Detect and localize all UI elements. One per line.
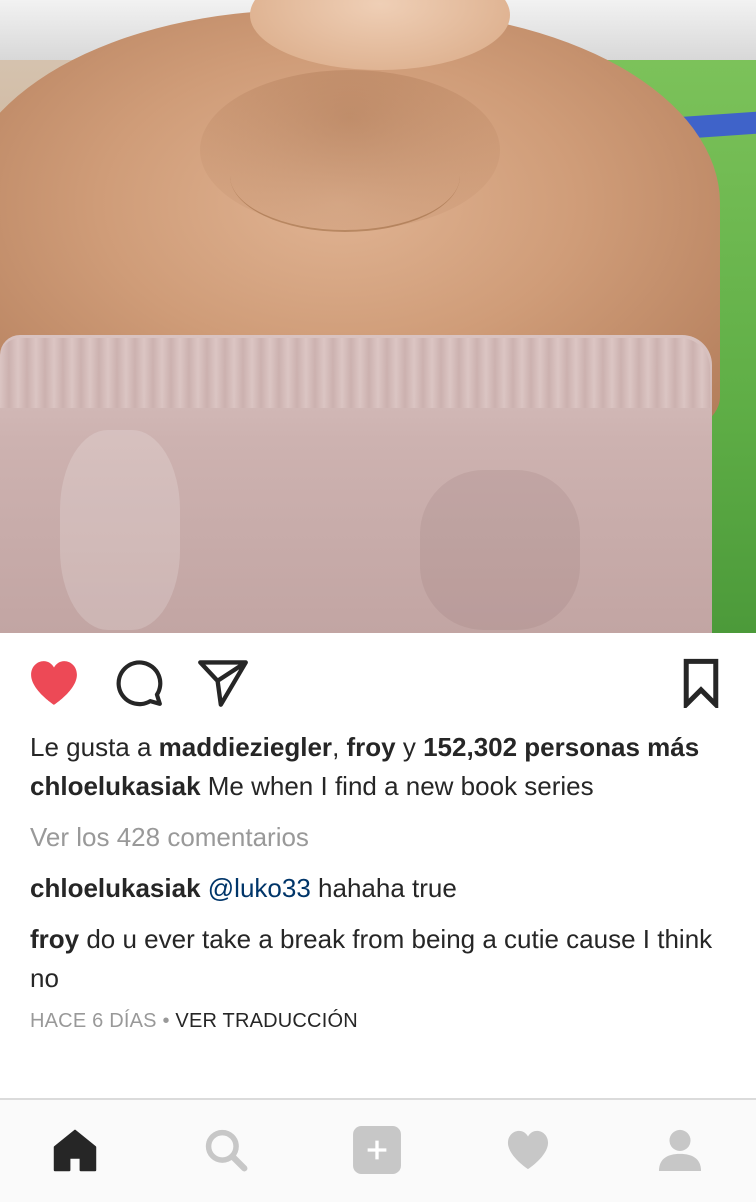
comment-bubble-icon <box>116 660 163 707</box>
likes-summary[interactable]: Le gusta a maddieziegler, froy y 152,302… <box>30 728 730 767</box>
home-icon <box>53 1129 97 1172</box>
nav-search-button[interactable] <box>196 1122 256 1178</box>
save-button[interactable] <box>673 655 729 711</box>
liker-username[interactable]: maddieziegler <box>159 732 332 762</box>
heart-filled-icon <box>31 661 77 705</box>
meta-separator: • <box>156 1010 176 1032</box>
comment-text: do u ever take a break from being a cuti… <box>30 924 713 993</box>
comment-username[interactable]: froy <box>30 924 79 954</box>
comment-username[interactable]: chloelukasiak <box>30 873 201 903</box>
nav-add-post-button[interactable] <box>347 1122 407 1178</box>
bookmark-icon <box>683 658 719 708</box>
nav-profile-button[interactable] <box>650 1122 710 1178</box>
likes-prefix: Le gusta a <box>30 732 159 762</box>
separator: , <box>332 732 347 762</box>
share-button[interactable] <box>195 655 251 711</box>
conjunction: y <box>395 732 424 762</box>
search-icon <box>205 1129 248 1172</box>
nav-activity-button[interactable] <box>498 1122 558 1178</box>
heart-icon <box>507 1130 549 1170</box>
paper-plane-icon <box>198 660 248 707</box>
post-details: Le gusta a maddieziegler, froy y 152,302… <box>30 728 730 1041</box>
liker-username[interactable]: froy <box>347 732 396 762</box>
comment: froy do u ever take a break from being a… <box>30 920 730 998</box>
view-all-comments-link[interactable]: Ver los 428 comentarios <box>30 818 730 857</box>
see-translation-link[interactable]: VER TRADUCCIÓN <box>175 1010 357 1032</box>
shirt-fold <box>60 430 180 630</box>
plus-square-icon <box>353 1126 401 1174</box>
comment-button[interactable] <box>111 655 167 711</box>
nav-home-button[interactable] <box>45 1122 105 1178</box>
post-timestamp: HACE 6 DÍAS <box>30 1010 157 1032</box>
comment-mention[interactable]: @luko33 <box>208 873 311 903</box>
comment: chloelukasiak @luko33 hahaha true <box>30 869 730 908</box>
likes-count[interactable]: 152,302 personas más <box>423 732 699 762</box>
comment-text: hahaha true <box>310 873 457 903</box>
post-actions-bar <box>0 633 756 733</box>
post-photo[interactable] <box>0 0 756 633</box>
top-ruffle <box>0 338 710 408</box>
caption-text: Me when I find a new book series <box>200 771 594 801</box>
caption: chloelukasiak Me when I find a new book … <box>30 767 730 806</box>
post-meta: HACE 6 DÍAS • VER TRADUCCIÓN <box>30 1002 730 1041</box>
bottom-navigation <box>0 1098 756 1202</box>
shirt-fold <box>420 470 580 630</box>
profile-icon <box>658 1129 702 1172</box>
like-button[interactable] <box>26 655 82 711</box>
necklace <box>230 120 460 232</box>
caption-username[interactable]: chloelukasiak <box>30 771 201 801</box>
